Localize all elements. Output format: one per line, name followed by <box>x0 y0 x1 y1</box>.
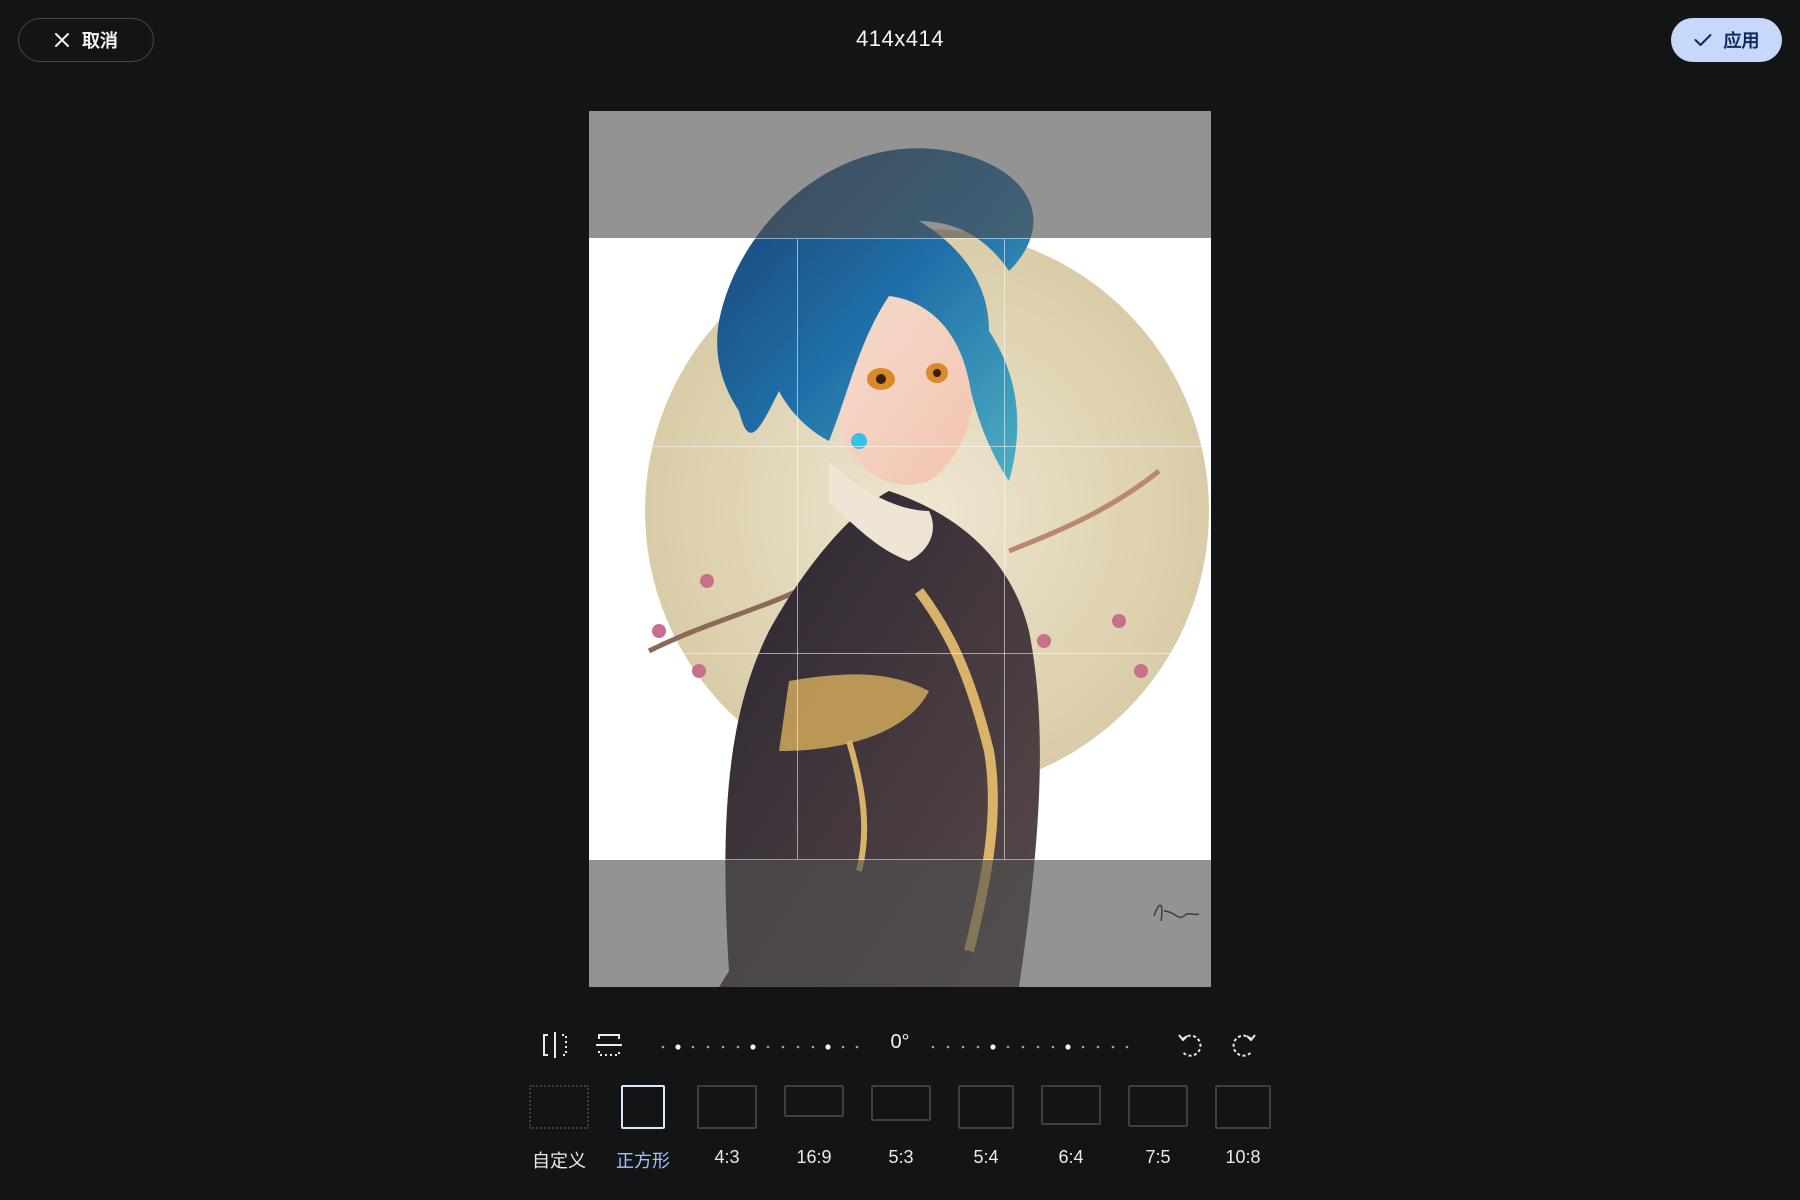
ratio-16-9[interactable]: 16:9 <box>774 1085 854 1185</box>
ratio-16-9-label: 16:9 <box>796 1147 832 1167</box>
rotation-dial-right[interactable] <box>930 1043 1130 1051</box>
ratio-7-5[interactable]: 7:5 <box>1118 1085 1198 1185</box>
ratio-5-3[interactable]: 5:3 <box>861 1085 941 1185</box>
rotation-dial-left[interactable] <box>660 1043 860 1051</box>
ratio-square[interactable]: 正方形 <box>603 1085 683 1185</box>
grid-line-h1 <box>590 446 1210 447</box>
check-icon <box>1694 34 1711 46</box>
ratio-10-8[interactable]: 10:8 <box>1203 1085 1283 1185</box>
ratio-6-4-preview <box>1041 1085 1101 1125</box>
ratio-16-9-preview <box>784 1085 844 1117</box>
ratio-5-4-preview <box>958 1085 1014 1129</box>
ratio-square-preview <box>621 1085 665 1129</box>
aspect-ratio-presets: 自定义 正方形 4:3 16:9 5:3 5:4 6:4 7:5 10:8 <box>0 1085 1800 1185</box>
ratio-10-8-preview <box>1215 1085 1271 1129</box>
rotation-angle: 0° <box>890 1031 910 1053</box>
ratio-7-5-preview <box>1128 1085 1188 1127</box>
transform-toolbar: 0° <box>0 1015 1800 1075</box>
crop-frame[interactable] <box>589 238 1211 860</box>
image-dimensions: 414x414 <box>856 26 944 51</box>
apply-label: 应用 <box>1723 31 1760 51</box>
crop-canvas[interactable] <box>589 111 1211 987</box>
rotate-right-icon[interactable] <box>1228 1029 1260 1061</box>
ratio-5-3-label: 5:3 <box>888 1147 914 1167</box>
ratio-10-8-label: 10:8 <box>1225 1147 1261 1167</box>
ratio-6-4-label: 6:4 <box>1058 1147 1084 1167</box>
ratio-4-3-preview <box>697 1085 757 1129</box>
ratio-6-4[interactable]: 6:4 <box>1031 1085 1111 1185</box>
ratio-custom-label: 自定义 <box>532 1151 586 1171</box>
rotate-left-icon[interactable] <box>1174 1029 1206 1061</box>
flip-horizontal-icon[interactable] <box>539 1029 571 1061</box>
ratio-5-4-label: 5:4 <box>973 1147 999 1167</box>
flip-vertical-icon[interactable] <box>593 1029 625 1061</box>
ratio-custom-preview <box>529 1085 589 1129</box>
ratio-5-3-preview <box>871 1085 931 1121</box>
ratio-square-label: 正方形 <box>616 1151 670 1171</box>
ratio-5-4[interactable]: 5:4 <box>946 1085 1026 1185</box>
top-bar: 取消 414x414 应用 <box>0 0 1800 80</box>
crop-shade-top <box>589 111 1211 238</box>
grid-line-v1 <box>797 239 798 859</box>
ratio-4-3[interactable]: 4:3 <box>687 1085 767 1185</box>
crop-shade-bottom <box>589 860 1211 987</box>
ratio-custom[interactable]: 自定义 <box>519 1085 599 1185</box>
ratio-4-3-label: 4:3 <box>714 1147 740 1167</box>
grid-line-v2 <box>1004 239 1005 859</box>
ratio-7-5-label: 7:5 <box>1145 1147 1171 1167</box>
grid-line-h2 <box>590 653 1210 654</box>
apply-button[interactable]: 应用 <box>1671 18 1782 62</box>
